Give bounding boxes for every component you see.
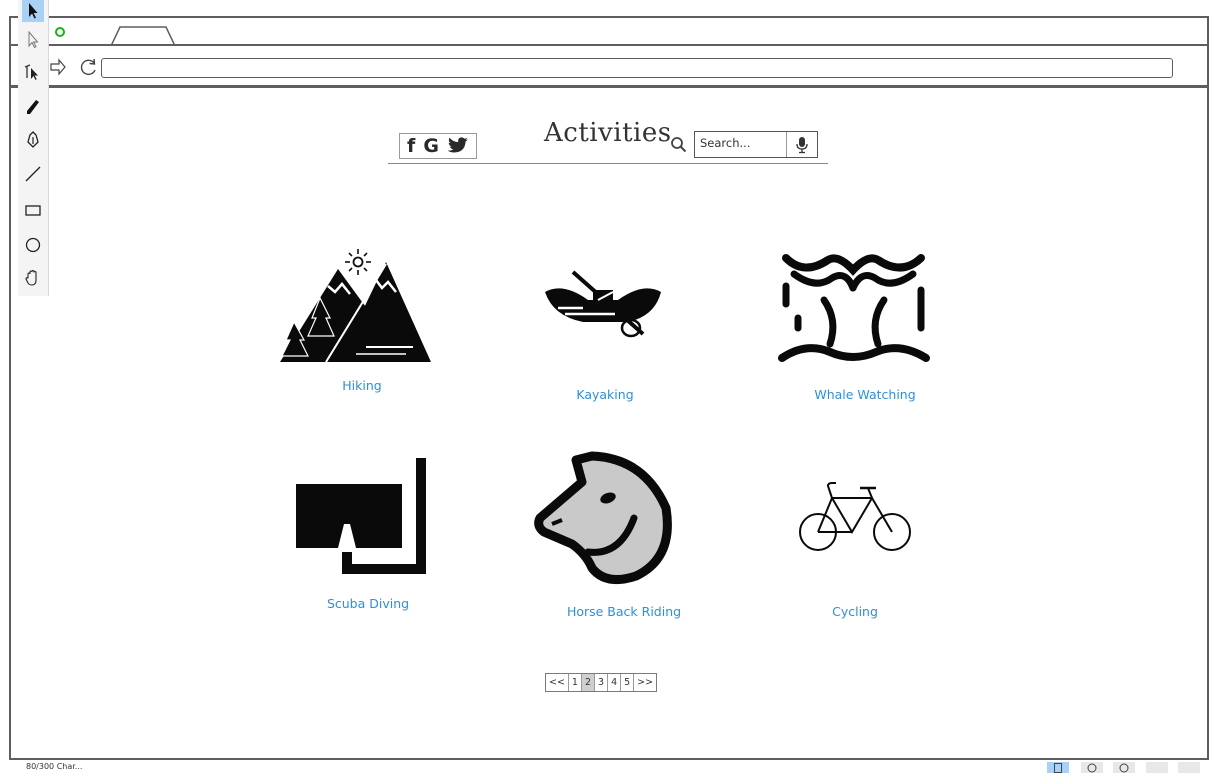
mountains-icon[interactable] [278,244,433,366]
page-view-button[interactable] [1047,762,1069,773]
hand-icon[interactable] [22,267,44,289]
forward-arrow-icon[interactable] [49,58,67,76]
twitter-icon[interactable] [447,137,469,155]
reload-icon[interactable] [79,58,99,76]
circle-icon[interactable] [22,234,44,256]
social-links: f G [399,133,477,159]
more-button[interactable] [1178,762,1200,773]
snorkel-mask-icon[interactable] [292,456,434,576]
pagination-prev[interactable]: << [546,674,569,691]
kayak-icon[interactable] [543,270,663,342]
pagination-page-3[interactable]: 3 [595,674,609,691]
zoom-out-icon [1087,763,1097,772]
pagination-next[interactable]: >> [634,674,656,691]
editor-status-bar: 80/300 Char... [0,760,1219,773]
zoom-in-button[interactable] [1113,762,1135,773]
pointer-pin-icon[interactable] [22,61,44,83]
pencil-icon[interactable] [22,96,44,118]
character-count: 80/300 Char... [26,762,83,771]
whale-tail-icon[interactable] [776,248,931,366]
horse-head-icon[interactable] [532,448,677,588]
activity-label-whale-watching[interactable]: Whale Watching [814,387,915,402]
browser-tab[interactable] [111,26,181,46]
pen-icon[interactable] [22,129,44,151]
pagination-page-4[interactable]: 4 [608,674,622,691]
pagination-page-5[interactable]: 5 [621,674,635,691]
tool-palette [18,0,49,296]
page-title: Activities [544,118,672,148]
pointer-icon[interactable] [22,29,44,51]
activity-label-kayaking[interactable]: Kayaking [576,387,633,402]
search-input[interactable]: Search... [694,131,818,158]
fit-button[interactable] [1146,762,1168,773]
microphone-button[interactable] [786,132,817,157]
browser-titlebar [11,18,1207,46]
pagination: << 1 2 3 4 5 >> [545,673,658,692]
rectangle-icon[interactable] [22,199,44,221]
google-icon[interactable]: G [423,135,439,157]
zoom-in-icon [1119,763,1129,772]
pagination-page-1[interactable]: 1 [569,674,582,691]
pagination-page-2[interactable]: 2 [581,674,596,691]
activity-label-horse-back-riding[interactable]: Horse Back Riding [567,604,681,619]
zoom-out-button[interactable] [1081,762,1103,773]
activity-label-scuba-diving[interactable]: Scuba Diving [327,596,409,611]
bicycle-icon[interactable] [798,480,913,554]
activity-label-cycling[interactable]: Cycling [832,604,878,619]
line-icon[interactable] [22,163,44,185]
browser-addressbar [11,46,1207,88]
status-dot-icon [55,27,65,37]
search-icon[interactable] [670,136,688,154]
url-input[interactable] [101,58,1173,78]
page-icon [1054,762,1062,773]
activity-label-hiking[interactable]: Hiking [342,378,381,393]
select-arrow-icon[interactable] [22,0,44,22]
facebook-icon[interactable]: f [407,135,415,157]
microphone-icon [796,136,808,153]
search-placeholder: Search... [700,136,751,150]
header-divider [388,163,828,164]
